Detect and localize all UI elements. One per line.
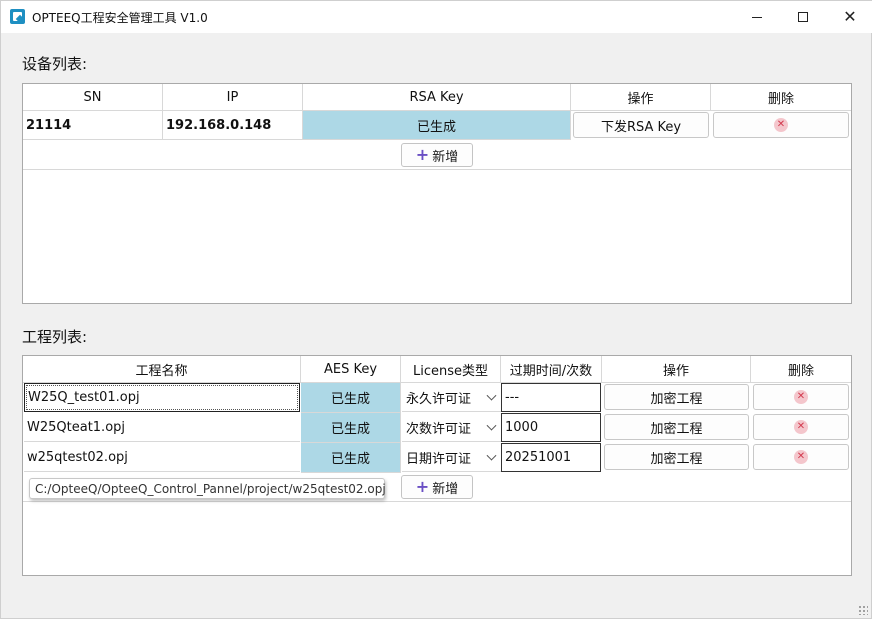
project-name-field[interactable]: W25Qteat1.opj: [24, 413, 300, 442]
close-window-button[interactable]: ✕: [827, 1, 872, 33]
add-device-label: 新增: [432, 149, 459, 165]
encrypt-project-button[interactable]: 加密工程: [604, 444, 749, 470]
project-name-field[interactable]: W25Q_test01.opj: [24, 383, 300, 412]
plus-icon: +: [415, 145, 430, 164]
delete-project-button[interactable]: ✕: [753, 414, 849, 440]
project-aes-status-cell: 已生成: [301, 383, 401, 413]
app-window: OPTEEQ工程安全管理工具 V1.0 ✕ 设备列表: SN IP RSA Ke…: [0, 0, 872, 619]
devices-header-action: 操作: [571, 84, 711, 111]
projects-header-action: 操作: [602, 356, 751, 383]
expiry-field[interactable]: 20251001: [501, 443, 601, 472]
projects-section-label: 工程列表:: [22, 328, 88, 346]
projects-header-license-type: License类型: [401, 356, 501, 383]
license-type-select[interactable]: 永久许可证: [402, 383, 501, 412]
delete-project-button[interactable]: ✕: [753, 384, 849, 410]
delete-icon: ✕: [794, 420, 808, 434]
title-bar: OPTEEQ工程安全管理工具 V1.0 ✕: [1, 1, 872, 33]
devices-table: SN IP RSA Key 操作 删除 21114 192.168.0.148 …: [22, 83, 852, 304]
add-device-button[interactable]: + 新增: [401, 143, 473, 167]
maximize-icon: [798, 12, 808, 22]
expiry-field[interactable]: 1000: [501, 413, 601, 442]
device-rsa-status-cell: 已生成: [303, 111, 571, 140]
projects-header-name: 工程名称: [23, 356, 301, 383]
chevron-down-icon: [486, 420, 497, 431]
minimize-button[interactable]: [734, 1, 780, 33]
resize-grip[interactable]: [858, 605, 868, 615]
delete-icon: ✕: [794, 390, 808, 404]
add-project-button[interactable]: + 新增: [401, 475, 473, 499]
project-aes-status-cell: 已生成: [301, 443, 401, 473]
app-logo-icon: [10, 9, 25, 24]
devices-header-ip: IP: [163, 84, 303, 111]
license-type-value: 日期许可证: [406, 451, 472, 467]
devices-header-delete: 删除: [711, 84, 851, 111]
license-type-value: 次数许可证: [406, 421, 472, 437]
devices-header-sn: SN: [23, 84, 163, 111]
delete-icon: ✕: [794, 450, 808, 464]
delete-project-button[interactable]: ✕: [753, 444, 849, 470]
add-project-label: 新增: [432, 481, 459, 497]
maximize-button[interactable]: [780, 1, 826, 33]
projects-header-aes-key: AES Key: [301, 356, 401, 383]
projects-header-expiry: 过期时间/次数: [501, 356, 602, 383]
delete-device-button[interactable]: ✕: [713, 112, 849, 138]
minimize-icon: [752, 16, 762, 18]
delete-icon: ✕: [774, 118, 788, 132]
license-type-select[interactable]: 日期许可证: [402, 443, 501, 472]
encrypt-project-button[interactable]: 加密工程: [604, 384, 749, 410]
chevron-down-icon: [486, 390, 497, 401]
project-aes-status-cell: 已生成: [301, 413, 401, 443]
projects-table: 工程名称 AES Key License类型 过期时间/次数 操作 删除 W25…: [22, 355, 852, 576]
device-sn-cell: 21114: [23, 111, 163, 140]
chevron-down-icon: [486, 450, 497, 461]
send-rsa-key-button[interactable]: 下发RSA Key: [573, 112, 709, 138]
devices-header-rsa-key: RSA Key: [303, 84, 571, 111]
devices-section-label: 设备列表:: [22, 55, 88, 73]
window-title: OPTEEQ工程安全管理工具 V1.0: [32, 11, 208, 25]
license-type-value: 永久许可证: [406, 391, 472, 407]
license-type-select[interactable]: 次数许可证: [402, 413, 501, 442]
close-icon: ✕: [843, 7, 857, 26]
encrypt-project-button[interactable]: 加密工程: [604, 414, 749, 440]
project-name-field[interactable]: w25qtest02.opj: [24, 443, 300, 472]
project-path-tooltip: C:/OpteeQ/OpteeQ_Control_Pannel/project/…: [29, 478, 386, 499]
projects-header-delete: 删除: [751, 356, 851, 383]
expiry-field[interactable]: ---: [501, 383, 601, 412]
device-ip-cell: 192.168.0.148: [163, 111, 303, 140]
plus-icon: +: [415, 477, 430, 496]
